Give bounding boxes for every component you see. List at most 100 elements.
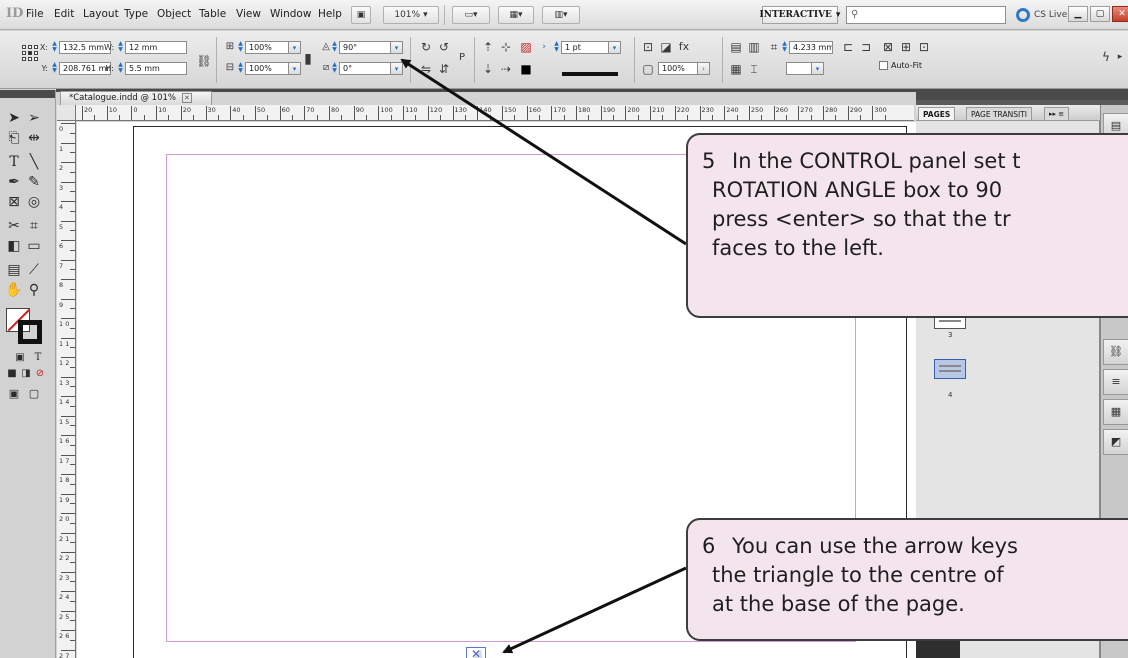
arrange-documents-button[interactable]: ▥▾ — [542, 6, 580, 24]
normal-mode-icon[interactable]: ▣ — [4, 384, 24, 404]
ruler-origin[interactable] — [57, 105, 76, 121]
stroke-weight-field[interactable]: ▲ ▼ 1 pt ▾ — [552, 40, 621, 54]
auto-fit-checkbox[interactable]: Auto-Fit — [879, 61, 922, 70]
line-tool-icon[interactable]: ╲ — [24, 152, 44, 172]
fit-frame-icon[interactable]: ⊐ — [858, 39, 874, 55]
menu-file[interactable]: File — [26, 8, 44, 20]
scissors-tool-icon[interactable]: ✂ — [4, 216, 24, 236]
spinner-icon[interactable]: ▲ ▼ — [116, 62, 125, 74]
direct-selection-tool-icon[interactable]: ➢ — [24, 108, 44, 128]
menu-object[interactable]: Object — [157, 8, 191, 20]
note-tool-icon[interactable]: ▤ — [4, 260, 24, 280]
gradient-feather-tool-icon[interactable]: ▭ — [24, 236, 44, 256]
effects-icon[interactable]: fx — [676, 39, 692, 55]
wrap-offset-field[interactable]: ▲ ▼ 4.233 mm — [780, 40, 833, 54]
spinner-icon[interactable]: ▲ ▼ — [552, 41, 561, 53]
shear-angle-field[interactable]: ▲ ▼ 0° ▾ — [330, 61, 403, 75]
selection-tool-icon[interactable]: ➤ — [4, 108, 24, 128]
object-style-icon[interactable]: ⊡ — [640, 39, 656, 55]
spinner-icon[interactable]: ▲ ▼ — [330, 62, 339, 74]
rotate-clockwise-icon[interactable]: ↻ — [418, 39, 434, 55]
chevron-right-icon[interactable]: › — [698, 61, 710, 75]
flip-horizontal-icon[interactable]: ⇋ — [418, 61, 434, 77]
scale-x-field[interactable]: ▲ ▼ 100% ▾ — [236, 40, 301, 54]
y-position-field[interactable]: Y: ▲ ▼ 208.761 mm — [38, 61, 111, 75]
type-tool-icon[interactable]: T — [4, 152, 24, 172]
hand-tool-icon[interactable]: ✋ — [4, 280, 24, 300]
cs-live-button[interactable]: CS Live — [1016, 5, 1067, 25]
menu-view[interactable]: View — [236, 8, 261, 20]
fill-swatch-icon[interactable]: ▨ — [518, 39, 534, 55]
ellipse-tool-icon[interactable]: ◎ — [24, 192, 44, 212]
select-content-icon[interactable]: ⊹ — [498, 39, 514, 55]
menu-table[interactable]: Table — [199, 8, 226, 20]
select-container-icon[interactable]: ⇡ — [480, 39, 496, 55]
maximize-button[interactable]: ▢ — [1090, 6, 1110, 22]
text-wrap-shape-icon[interactable]: ▥ — [746, 39, 762, 55]
selected-triangle-frame[interactable] — [466, 647, 486, 658]
flip-vertical-icon[interactable]: ⇵ — [436, 61, 452, 77]
text-wrap-icon[interactable]: ▤ — [728, 39, 744, 55]
menu-layout[interactable]: Layout — [83, 8, 119, 20]
x-position-field[interactable]: X: ▲ ▼ 132.5 mm — [38, 40, 111, 54]
chevron-down-icon[interactable]: ▾ — [391, 61, 403, 75]
wrap-around-icon[interactable]: ▦ — [728, 61, 744, 77]
zoom-tool-icon[interactable]: ⚲ — [24, 280, 44, 300]
fit-content-icon[interactable]: ⊏ — [840, 39, 856, 55]
rectangle-frame-tool-icon[interactable]: ⊠ — [4, 192, 24, 212]
close-tab-icon[interactable]: ✕ — [181, 93, 192, 103]
tab-page-transitions[interactable]: PAGE TRANSITI — [966, 107, 1032, 120]
page-thumbnail-4[interactable] — [934, 359, 966, 379]
opacity-field[interactable]: 100% › — [658, 61, 710, 75]
tools-panel-header[interactable] — [0, 90, 55, 98]
effects-panel-button[interactable]: ◩ — [1103, 429, 1128, 455]
reference-point-selector[interactable] — [22, 45, 38, 61]
tab-pages[interactable]: PAGES — [918, 107, 956, 120]
select-next-icon[interactable]: ⇢ — [498, 61, 514, 77]
search-field[interactable]: ⚲ — [846, 6, 1006, 24]
panel-dock-header[interactable] — [916, 89, 1128, 100]
horizontal-ruler[interactable]: 20 10 0 10 20 30 40 50 60 70 80 90 100 110 120 130 140 15… — [76, 105, 914, 121]
stroke-swatch-icon[interactable]: ■ — [518, 61, 534, 77]
spinner-icon[interactable]: ▲ ▼ — [236, 62, 245, 74]
pencil-tool-icon[interactable]: ✎ — [24, 172, 44, 192]
preview-mode-icon[interactable]: ▢ — [24, 384, 44, 404]
vertical-ruler[interactable]: 0 1 2 3 4 5 6 7 8 9 1 0 1 1 1 2 1 3 1 4 1 5 1 6 1 7 1 8 1 9… — [57, 121, 76, 658]
center-content-icon[interactable]: ⊡ — [916, 39, 932, 55]
minimize-button[interactable]: ▁ — [1068, 6, 1088, 22]
pen-tool-icon[interactable]: ✒ — [4, 172, 24, 192]
chevron-down-icon[interactable]: ▾ — [391, 40, 403, 54]
workspace-switcher[interactable]: INTERACTIVE ▾ — [760, 6, 840, 24]
panel-menu-button[interactable]: ▸▸ ≡ — [1044, 107, 1070, 120]
jump-object-icon[interactable]: ⌶ — [746, 61, 762, 77]
menu-type[interactable]: Type — [124, 8, 148, 20]
free-transform-tool-icon[interactable]: ⌗ — [24, 216, 44, 236]
links-panel-button[interactable]: ⛓ — [1103, 339, 1128, 365]
bridge-button[interactable]: ▣ — [351, 6, 371, 24]
page-tool-icon[interactable]: ⎗ — [4, 128, 24, 148]
fill-proportionally-icon[interactable]: ⊠ — [880, 39, 896, 55]
spinner-icon[interactable]: ▲ ▼ — [50, 62, 59, 74]
select-previous-icon[interactable]: ⇣ — [480, 61, 496, 77]
constrain-proportions-icon[interactable]: ⛓ — [196, 53, 212, 69]
close-button[interactable]: ✕ — [1112, 6, 1128, 22]
document-tab[interactable]: *Catalogue.indd @ 101% ✕ — [60, 91, 212, 105]
menu-help[interactable]: Help — [318, 8, 342, 20]
fit-proportionally-icon[interactable]: ⊞ — [898, 39, 914, 55]
spinner-icon[interactable]: ▲ ▼ — [50, 41, 59, 53]
view-options-button[interactable]: ▭▾ — [452, 6, 490, 24]
spinner-icon[interactable]: ▲ ▼ — [330, 41, 339, 53]
width-field[interactable]: W: ▲ ▼ 12 mm — [104, 40, 187, 54]
constrain-scale-icon[interactable]: ▮ — [300, 51, 316, 67]
menu-edit[interactable]: Edit — [54, 8, 74, 20]
rotation-angle-field[interactable]: ▲ ▼ 90° ▾ — [330, 40, 403, 54]
swatches-panel-button[interactable]: ▦ — [1103, 399, 1128, 425]
spinner-icon[interactable]: ▲ ▼ — [780, 41, 789, 53]
gap-tool-icon[interactable]: ⇹ — [24, 128, 44, 148]
fill-stroke-swatches[interactable] — [6, 308, 44, 344]
zoom-level-dropdown[interactable]: 101% ▾ — [383, 6, 439, 24]
spinner-icon[interactable]: ▲ ▼ — [116, 41, 125, 53]
corner-options-field[interactable]: ▾ — [786, 61, 824, 75]
height-field[interactable]: H: ▲ ▼ 5.5 mm — [104, 61, 187, 75]
chevron-down-icon[interactable]: ▾ — [812, 61, 824, 75]
